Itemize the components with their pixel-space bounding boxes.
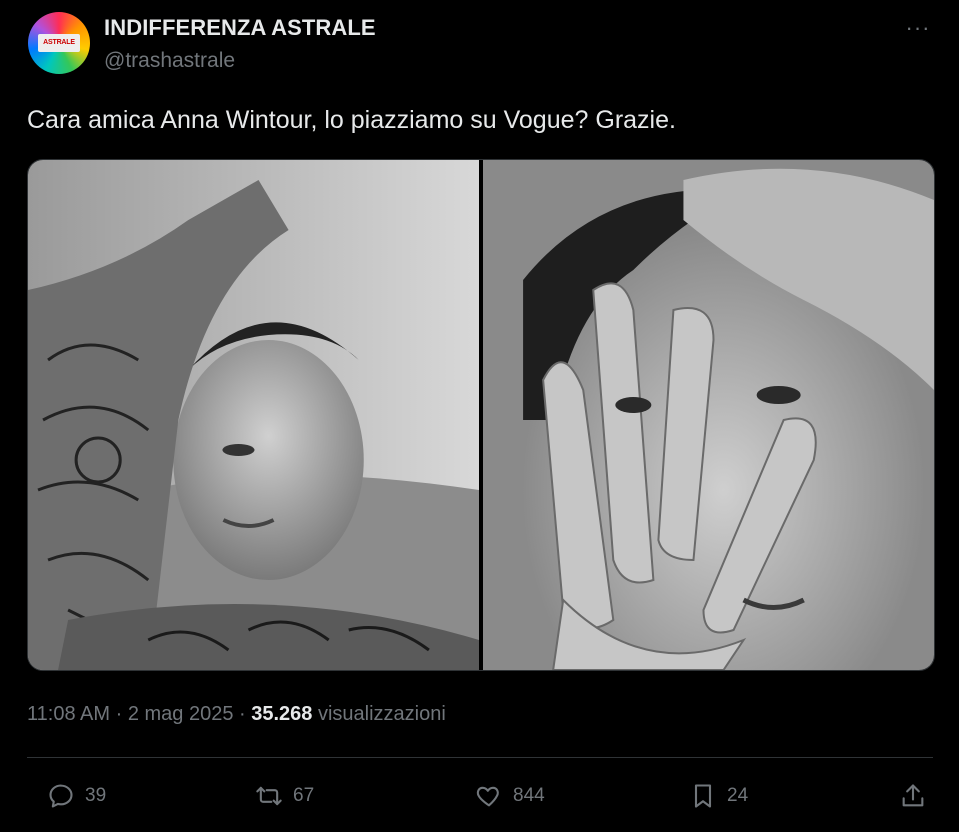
share-icon bbox=[902, 784, 924, 807]
tweet-date[interactable]: 2 mag 2025 bbox=[128, 703, 234, 725]
avatar[interactable]: ASTRALE bbox=[28, 12, 90, 74]
like-button[interactable]: 844 bbox=[475, 780, 545, 812]
views-label: visualizzazioni bbox=[312, 703, 446, 725]
photo-left[interactable] bbox=[28, 160, 479, 670]
meta-separator: · bbox=[233, 703, 252, 725]
tweet-time[interactable]: 11:08 AM bbox=[27, 703, 110, 725]
repost-count: 67 bbox=[293, 785, 315, 806]
bookmark-button[interactable]: 24 bbox=[689, 780, 748, 812]
tweet-card: ASTRALE INDIFFERENZA ASTRALE @trashastra… bbox=[10, 0, 954, 832]
photo-right[interactable] bbox=[483, 160, 934, 670]
reply-button[interactable]: 39 bbox=[47, 780, 106, 812]
tweet-text: Cara amica Anna Wintour, lo piazziamo su… bbox=[27, 106, 676, 134]
more-icon[interactable]: ··· bbox=[900, 17, 936, 42]
heart-icon bbox=[476, 786, 499, 807]
tweet-meta: 11:08 AM · 2 mag 2025 · 35.268 visualizz… bbox=[27, 703, 446, 726]
meta-separator: · bbox=[110, 703, 128, 725]
views-count: 35.268 bbox=[251, 703, 313, 725]
author-name[interactable]: INDIFFERENZA ASTRALE bbox=[104, 15, 376, 41]
reply-icon bbox=[49, 784, 73, 808]
repost-icon bbox=[256, 786, 282, 806]
author-handle[interactable]: @trashastrale bbox=[104, 49, 235, 73]
bookmark-count: 24 bbox=[727, 785, 749, 806]
tweet-media[interactable] bbox=[27, 159, 935, 671]
repost-button[interactable]: 67 bbox=[255, 780, 314, 812]
divider bbox=[27, 757, 933, 758]
bookmark-icon bbox=[694, 784, 712, 808]
reply-count: 39 bbox=[85, 785, 107, 806]
avatar-logo: ASTRALE bbox=[38, 34, 80, 52]
share-button[interactable] bbox=[899, 780, 927, 812]
like-count: 844 bbox=[513, 785, 545, 806]
action-bar: 39 67 844 24 bbox=[27, 774, 933, 818]
